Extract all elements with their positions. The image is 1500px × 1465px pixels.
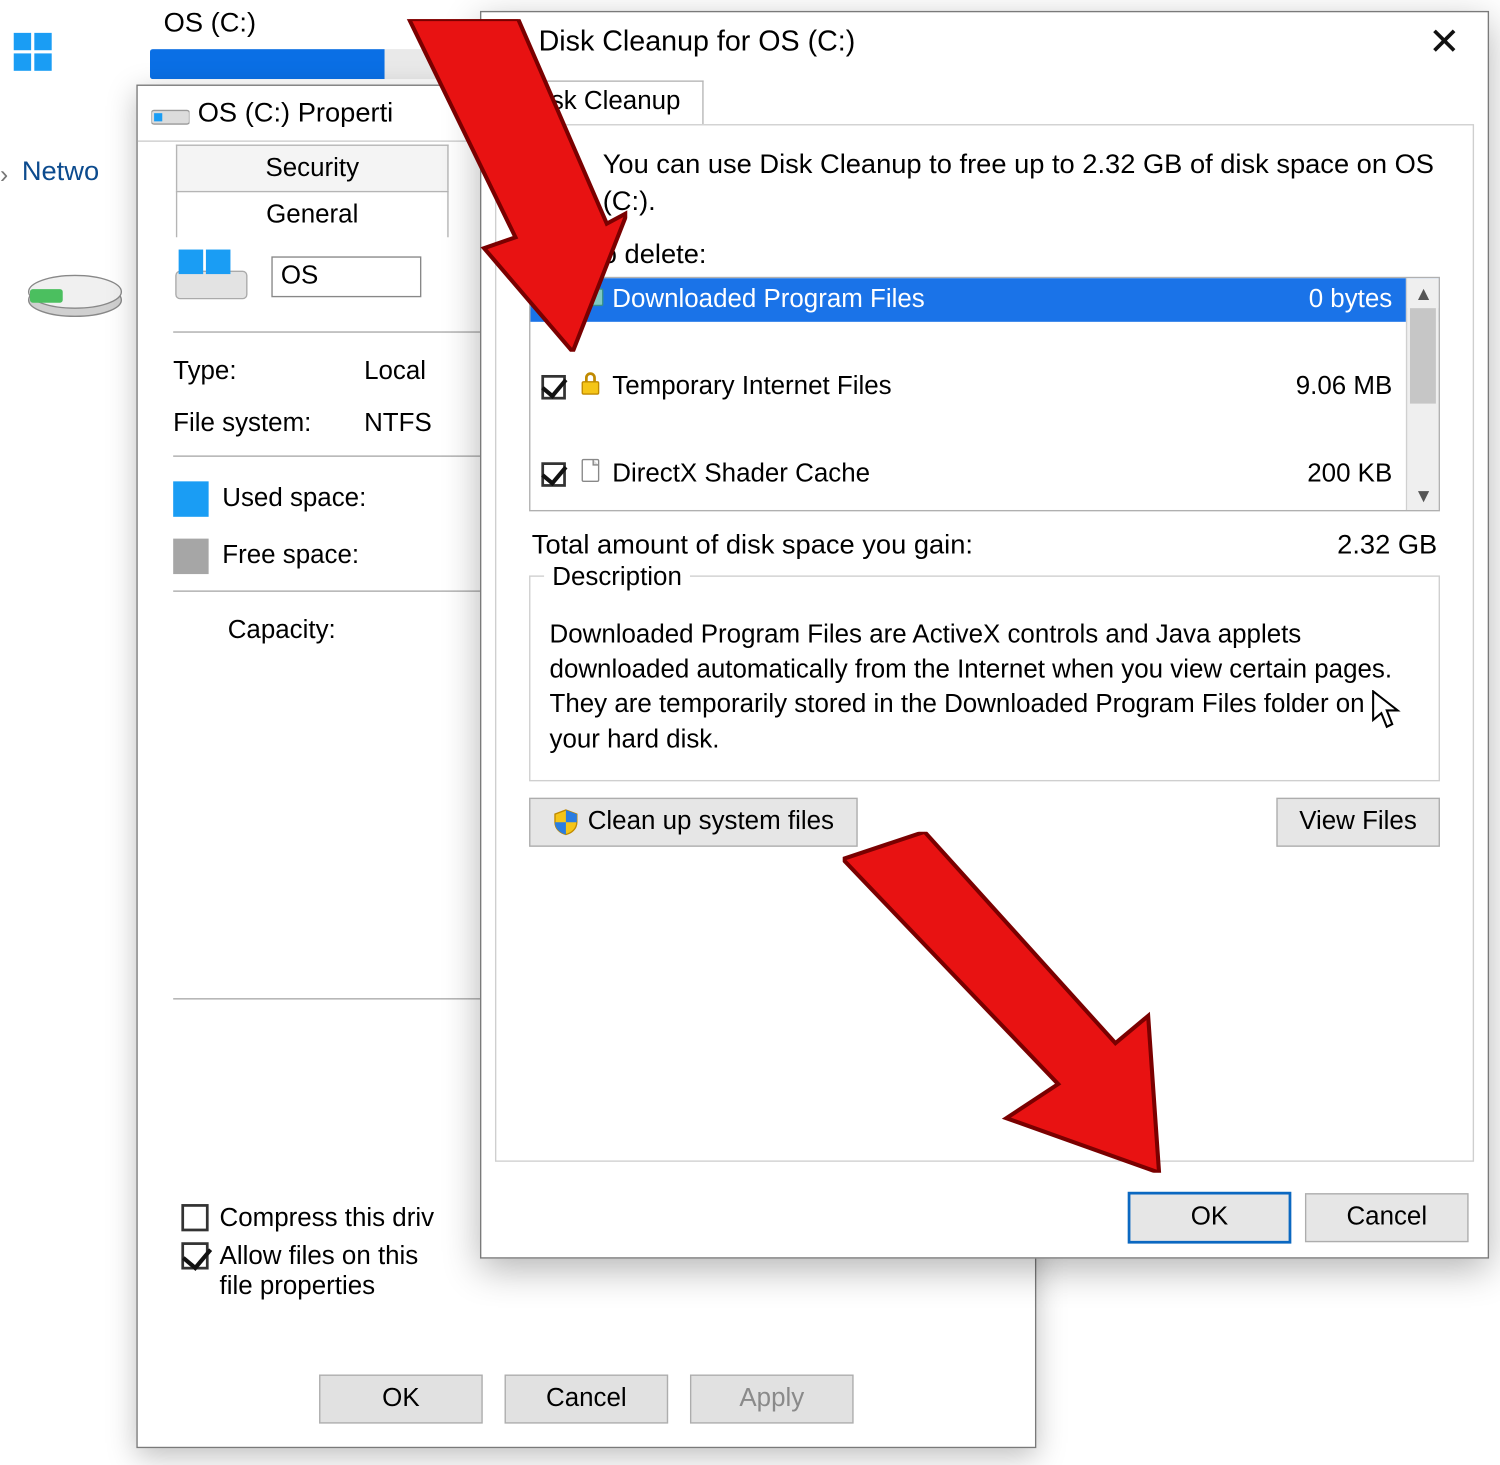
- filesystem-value: NTFS: [364, 409, 432, 439]
- shield-icon: [552, 808, 579, 835]
- file-size: 9.06 MB: [1250, 372, 1400, 402]
- filesystem-label: File system:: [173, 409, 364, 439]
- file-size: 0 bytes: [1250, 285, 1400, 315]
- network-tree-item[interactable]: Netwo: [22, 157, 99, 188]
- cleanup-footer: OK Cancel: [481, 1178, 1487, 1257]
- file-name: DirectX Shader Cache: [612, 460, 1250, 490]
- files-to-delete-label: Files to delete:: [496, 232, 1472, 277]
- scroll-thumb[interactable]: [1410, 308, 1436, 403]
- scrollbar[interactable]: ▲ ▼: [1406, 278, 1439, 510]
- scroll-up-icon[interactable]: ▲: [1407, 278, 1440, 308]
- cleanup-info-row: You can use Disk Cleanup to free up to 2…: [496, 125, 1472, 231]
- cleanup-titlebar: Disk Cleanup for OS (C:) ✕: [481, 12, 1487, 72]
- allow-index-label: Allow files on this: [220, 1242, 419, 1271]
- cancel-button[interactable]: Cancel: [1305, 1193, 1469, 1242]
- annotation-arrow-2: [843, 832, 1184, 1173]
- properties-apply-button: Apply: [690, 1375, 854, 1424]
- compress-checkbox[interactable]: [181, 1204, 208, 1231]
- cleanup-tabstrip: Disk Cleanup: [495, 72, 1474, 124]
- cleanup-system-files-button[interactable]: Clean up system files: [529, 797, 857, 846]
- chevron-right-icon: ›: [0, 161, 8, 190]
- compress-label: Compress this driv: [220, 1204, 435, 1234]
- used-space-label: Used space:: [222, 484, 366, 514]
- file-type-icon: [577, 370, 612, 405]
- windows-logo-icon: [14, 33, 52, 71]
- properties-ok-button[interactable]: OK: [319, 1375, 483, 1424]
- free-space-swatch: [173, 539, 208, 574]
- file-size: 200 KB: [1250, 460, 1400, 490]
- drive-usage-fill: [150, 49, 385, 79]
- description-group: Description Downloaded Program Files are…: [529, 575, 1440, 780]
- type-label: Type:: [173, 357, 364, 387]
- file-name: Temporary Internet Files: [612, 372, 1250, 402]
- ok-button[interactable]: OK: [1128, 1192, 1292, 1244]
- properties-footer: OK Cancel Apply: [138, 1351, 1035, 1446]
- cursor-icon: [1372, 690, 1402, 731]
- file-checkbox[interactable]: [541, 375, 566, 400]
- drive-tree-icon: [22, 259, 128, 324]
- file-name: Downloaded Program Files: [612, 285, 1250, 315]
- description-legend: Description: [544, 560, 690, 595]
- type-value: Local: [364, 357, 426, 387]
- view-files-button[interactable]: View Files: [1276, 797, 1440, 846]
- file-checkbox[interactable]: [541, 462, 566, 487]
- free-space-label: Free space:: [222, 541, 359, 571]
- description-text: Downloaded Program Files are ActiveX con…: [550, 620, 1393, 754]
- file-row[interactable]: Downloaded Program Files0 bytes: [530, 278, 1438, 322]
- files-listbox[interactable]: Downloaded Program Files0 bytes Temporary…: [529, 277, 1440, 512]
- used-space-swatch: [173, 481, 208, 516]
- close-icon[interactable]: ✕: [1415, 23, 1474, 61]
- allow-index-label-2: file properties: [220, 1272, 376, 1301]
- annotation-arrow-1: [355, 19, 628, 352]
- file-type-icon: [577, 457, 612, 492]
- capacity-label: Capacity:: [228, 616, 336, 646]
- cleanup-info-text: You can use Disk Cleanup to free up to 2…: [603, 147, 1448, 221]
- cleanup-system-files-label: Clean up system files: [588, 807, 834, 837]
- file-row[interactable]: DirectX Shader Cache200 KB: [530, 453, 1438, 497]
- properties-cancel-button[interactable]: Cancel: [505, 1375, 669, 1424]
- drive-icon: [151, 100, 189, 127]
- drive-large-icon: [173, 247, 249, 307]
- allow-index-checkbox[interactable]: [181, 1242, 208, 1269]
- total-space-value: 2.32 GB: [1337, 530, 1437, 561]
- properties-options: Compress this driv Allow files on this f…: [181, 1196, 434, 1311]
- scroll-down-icon[interactable]: ▼: [1407, 480, 1440, 510]
- drive-header-label: OS (C:): [164, 8, 256, 39]
- file-row[interactable]: Temporary Internet Files9.06 MB: [530, 365, 1438, 409]
- total-space-label: Total amount of disk space you gain:: [532, 530, 973, 561]
- explorer-tree: › Netwo: [0, 0, 136, 1465]
